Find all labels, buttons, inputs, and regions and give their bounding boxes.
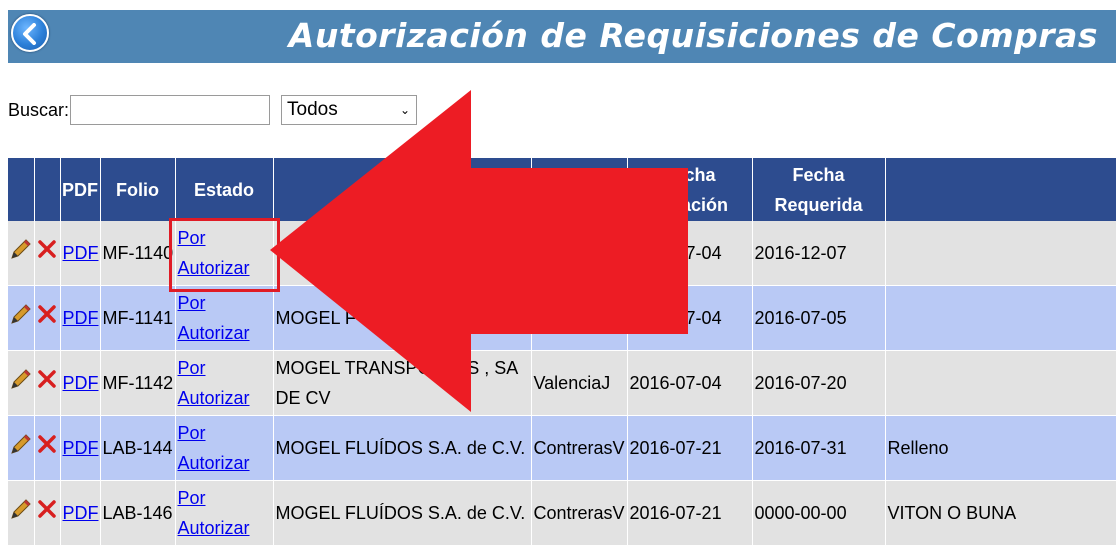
pdf-link[interactable]: PDF	[63, 308, 99, 328]
estado-link[interactable]: Por Autorizar	[178, 228, 250, 278]
cell-estado: Por Autorizar	[175, 350, 274, 416]
back-button[interactable]	[11, 14, 49, 52]
red-x-icon[interactable]	[37, 304, 57, 324]
cell-pdf: PDF	[60, 350, 101, 416]
cell-estado: Por Autorizar	[175, 480, 274, 546]
pdf-link[interactable]: PDF	[63, 243, 99, 263]
page-header: Autorización de Requisiciones de Compras	[8, 10, 1116, 63]
cell-observaciones	[885, 285, 1116, 351]
cell-folio: MF-1140	[100, 221, 176, 286]
red-x-icon[interactable]	[37, 369, 57, 389]
edit-cell[interactable]	[8, 480, 35, 546]
cell-observaciones	[885, 221, 1116, 286]
pdf-link[interactable]: PDF	[63, 373, 99, 393]
cell-estado: Por Autorizar	[175, 415, 274, 481]
edit-cell[interactable]	[8, 415, 35, 481]
cell-folio: LAB-144	[100, 415, 176, 481]
cell-fecha-creacion: 2016-07-21	[627, 480, 753, 546]
cell-folio: LAB-146	[100, 480, 176, 546]
cell-empresa: MOGEL FLUÍDOS S.A. de C.V.	[273, 480, 532, 546]
pdf-link[interactable]: PDF	[63, 438, 99, 458]
pencil-icon[interactable]	[10, 303, 32, 325]
edit-cell[interactable]	[8, 350, 35, 416]
col-header-observaciones	[885, 158, 1116, 221]
search-label: Buscar:	[8, 99, 70, 120]
estado-link[interactable]: Por Autorizar	[178, 423, 250, 473]
pencil-icon[interactable]	[10, 498, 32, 520]
cell-fecha-requerida: 2016-07-05	[752, 285, 886, 351]
cell-fecha-creacion: 2016-07-21	[627, 415, 753, 481]
red-x-icon[interactable]	[37, 239, 57, 259]
delete-cell[interactable]	[34, 480, 61, 546]
estado-link[interactable]: Por Autorizar	[178, 488, 250, 538]
pdf-link[interactable]: PDF	[63, 503, 99, 523]
back-arrow-icon	[23, 23, 36, 45]
delete-cell[interactable]	[34, 221, 61, 286]
pencil-icon[interactable]	[10, 368, 32, 390]
cell-folio: MF-1142	[100, 350, 176, 416]
page-title: Autorización de Requisiciones de Compras	[288, 16, 1098, 55]
cell-observaciones: Relleno	[885, 415, 1116, 481]
cell-pdf: PDF	[60, 480, 101, 546]
delete-cell[interactable]	[34, 285, 61, 351]
col-header-pdf: PDF	[60, 158, 101, 221]
edit-cell[interactable]	[8, 221, 35, 286]
cell-estado: Por Autorizar	[175, 221, 274, 286]
cell-pdf: PDF	[60, 415, 101, 481]
cell-empresa: MOGEL FLUÍDOS S.A. de C.V.	[273, 415, 532, 481]
search-input[interactable]	[70, 95, 271, 125]
col-header-edit	[8, 158, 35, 221]
search-bar: Buscar:	[8, 94, 271, 126]
cell-observaciones	[885, 350, 1116, 416]
cell-fecha-requerida: 2016-12-07	[752, 221, 886, 286]
red-arrow-annotation	[270, 90, 688, 412]
cell-usuario: ContrerasV	[531, 415, 628, 481]
cell-usuario: ContrerasV	[531, 480, 628, 546]
cell-fecha-requerida: 2016-07-20	[752, 350, 886, 416]
red-x-icon[interactable]	[37, 434, 57, 454]
table-row: PDF LAB-144 Por Autorizar MOGEL FLUÍDOS S.A…	[8, 415, 1116, 481]
cell-fecha-requerida: 0000-00-00	[752, 480, 886, 546]
cell-estado: Por Autorizar	[175, 285, 274, 351]
edit-cell[interactable]	[8, 285, 35, 351]
cell-pdf: PDF	[60, 221, 101, 286]
col-header-estado: Estado	[175, 158, 274, 221]
pencil-icon[interactable]	[10, 238, 32, 260]
delete-cell[interactable]	[34, 415, 61, 481]
cell-pdf: PDF	[60, 285, 101, 351]
col-header-fecha-requerida: Fecha Requerida	[752, 158, 886, 221]
estado-link[interactable]: Por Autorizar	[178, 293, 250, 343]
col-header-delete	[34, 158, 61, 221]
delete-cell[interactable]	[34, 350, 61, 416]
pencil-icon[interactable]	[10, 433, 32, 455]
table-row: PDF LAB-146 Por Autorizar MOGEL FLUÍDOS S.A…	[8, 480, 1116, 546]
cell-observaciones: VITON O BUNA	[885, 480, 1116, 546]
red-x-icon[interactable]	[37, 499, 57, 519]
col-header-folio: Folio	[100, 158, 176, 221]
estado-link[interactable]: Por Autorizar	[178, 358, 250, 408]
cell-folio: MF-1141	[100, 285, 176, 351]
cell-fecha-requerida: 2016-07-31	[752, 415, 886, 481]
